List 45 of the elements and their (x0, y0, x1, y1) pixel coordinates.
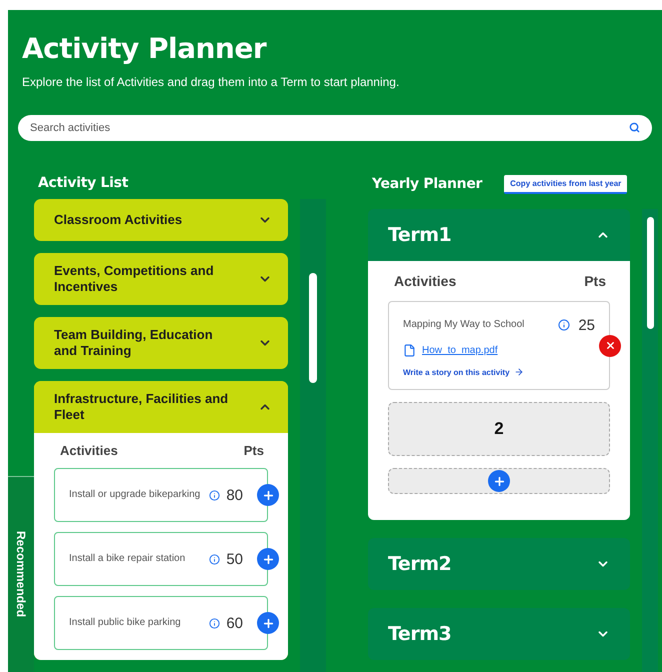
search-icon[interactable] (629, 122, 640, 133)
add-button[interactable] (257, 484, 279, 506)
plus-icon (262, 616, 274, 630)
copy-button[interactable]: Copy activities from last year (504, 174, 628, 194)
close-icon (604, 340, 616, 351)
activity-name: Install or upgrade bikeparking (69, 488, 202, 502)
activity-name: Install public bike parking (69, 616, 182, 630)
column-header: Pts (584, 273, 606, 289)
remove-button[interactable] (599, 334, 621, 356)
info-icon[interactable] (558, 319, 570, 331)
page-subtitle: Explore the list of Activities and drag them into a Term to start planning. (22, 75, 400, 89)
recommended-tab[interactable]: Recommended (8, 476, 34, 672)
section-title: Yearly Planner (372, 176, 482, 192)
arrow-right-icon (514, 367, 524, 377)
planned-activity-card[interactable]: Mapping My Way to School 25 How_to_map.pdf Write a story on this activity (388, 301, 610, 390)
activity-points: 50 (226, 550, 243, 568)
search-field[interactable]: Search activities (18, 115, 652, 141)
file-icon (403, 344, 416, 357)
add-button[interactable] (257, 612, 279, 634)
column-header: Activities (394, 273, 456, 289)
plus-icon (492, 474, 506, 488)
story-link[interactable]: Write a story on this activity (403, 367, 595, 377)
column-header: Pts (244, 443, 264, 458)
slot-number: 2 (494, 419, 504, 439)
add-button[interactable] (257, 548, 279, 570)
activity-points: 80 (226, 486, 243, 504)
page-title: Activity Planner (22, 32, 268, 65)
activity-name: Mapping My Way to School (403, 318, 526, 332)
info-icon[interactable] (209, 618, 220, 628)
activity-card[interactable]: Install a bike repair station 50 (54, 532, 268, 586)
activity-points: 25 (578, 316, 595, 334)
info-icon[interactable] (209, 554, 220, 564)
plus-icon (262, 488, 274, 502)
plus-icon (262, 552, 274, 566)
info-icon[interactable] (209, 490, 220, 500)
activity-points: 60 (226, 614, 243, 632)
activity-name: Install a bike repair station (69, 552, 186, 566)
activity-card[interactable]: Install or upgrade bikeparking 80 (54, 468, 268, 522)
scrollbar-thumb[interactable] (646, 217, 654, 329)
scrollbar-thumb[interactable] (309, 273, 317, 383)
attachment-link[interactable]: How_to_map.pdf (403, 344, 595, 357)
section-title: Activity List (38, 175, 130, 191)
column-header: Activities (60, 443, 118, 458)
activity-card[interactable]: Install public bike parking 60 (54, 596, 268, 650)
add-button[interactable] (488, 470, 510, 492)
